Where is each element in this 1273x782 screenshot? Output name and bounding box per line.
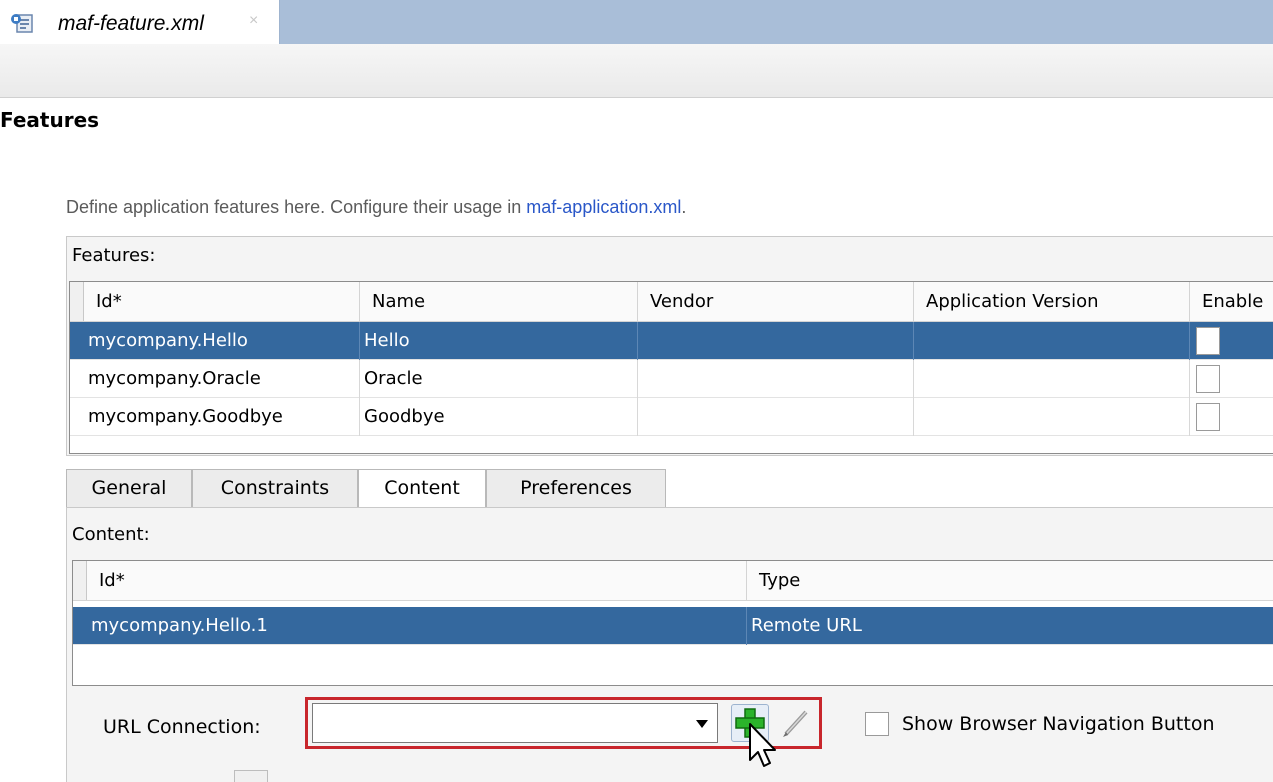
content-type-cell[interactable]: Remote URL <box>747 607 1273 645</box>
features-label: Features: <box>72 245 156 266</box>
content-table: Id* Type mycompany.Hello.1 Remote URL <box>72 560 1273 686</box>
content-table-header: Id* Type <box>73 561 1273 601</box>
col-header-enable[interactable]: Enable <box>1190 282 1273 322</box>
editor-tab-strip: maf-feature.xml × <box>0 0 1273 44</box>
table-row[interactable]: mycompany.Oracle Oracle <box>70 360 1273 398</box>
mouse-pointer-icon <box>749 723 776 767</box>
header-row-marker <box>70 282 84 321</box>
feature-id-cell[interactable]: mycompany.Hello <box>84 322 360 360</box>
url-connection-combo[interactable] <box>312 703 718 743</box>
table-row[interactable]: mycompany.Hello Hello <box>70 322 1273 360</box>
content-label: Content: <box>72 524 150 545</box>
editor-toolbar <box>0 44 1273 98</box>
tab-general[interactable]: General <box>66 469 192 507</box>
description-text: Define application features here. Config… <box>66 197 527 217</box>
page-description: Define application features here. Config… <box>66 197 686 218</box>
feature-enable-checkbox[interactable] <box>1196 327 1220 355</box>
feature-vendor-cell[interactable] <box>638 398 914 436</box>
content-id-cell[interactable]: mycompany.Hello.1 <box>87 607 747 645</box>
url-connection-label: URL Connection: <box>103 716 261 738</box>
show-browser-navigation-checkbox[interactable] <box>865 712 889 736</box>
feature-version-cell[interactable] <box>914 360 1190 398</box>
col-header-vendor[interactable]: Vendor <box>638 282 914 322</box>
col-header-app-version[interactable]: Application Version <box>914 282 1190 322</box>
features-panel: Features: Id* Name Vendor Application Ve… <box>66 236 1273 456</box>
close-icon[interactable]: × <box>249 12 258 30</box>
col-header-content-type[interactable]: Type <box>747 561 1273 601</box>
chevron-down-icon[interactable] <box>695 712 709 734</box>
feature-vendor-cell[interactable] <box>638 360 914 398</box>
feature-enable-checkbox[interactable] <box>1196 365 1220 393</box>
description-suffix: . <box>681 197 687 217</box>
feature-enable-checkbox[interactable] <box>1196 403 1220 431</box>
col-header-content-id[interactable]: Id* <box>87 561 747 601</box>
feature-name-cell[interactable]: Oracle <box>360 360 638 398</box>
features-table: Id* Name Vendor Application Version Enab… <box>69 281 1273 454</box>
feature-name-cell[interactable]: Goodbye <box>360 398 638 436</box>
show-browser-navigation-label[interactable]: Show Browser Navigation Button <box>902 713 1215 735</box>
tab-constraints[interactable]: Constraints <box>192 469 358 507</box>
feature-id-cell[interactable]: mycompany.Oracle <box>84 360 360 398</box>
partial-control <box>234 770 268 782</box>
feature-version-cell[interactable] <box>914 322 1190 360</box>
features-table-header: Id* Name Vendor Application Version Enab… <box>70 282 1273 322</box>
feature-vendor-cell[interactable] <box>638 322 914 360</box>
col-header-name[interactable]: Name <box>360 282 638 322</box>
maf-application-link[interactable]: maf-application.xml <box>526 197 681 217</box>
feature-name-cell[interactable]: Hello <box>360 322 638 360</box>
feature-version-cell[interactable] <box>914 398 1190 436</box>
editor-tab-label: maf-feature.xml <box>58 12 204 35</box>
tab-content[interactable]: Content <box>358 469 486 508</box>
table-row[interactable]: mycompany.Goodbye Goodbye <box>70 398 1273 436</box>
col-header-id[interactable]: Id* <box>84 282 360 322</box>
header-row-marker <box>73 561 87 600</box>
xml-file-icon <box>11 14 33 33</box>
tab-preferences[interactable]: Preferences <box>486 469 666 507</box>
feature-id-cell[interactable]: mycompany.Goodbye <box>84 398 360 436</box>
page-title: Features <box>0 108 100 132</box>
editor-tab-maf-feature[interactable]: maf-feature.xml × <box>0 0 280 44</box>
table-row[interactable]: mycompany.Hello.1 Remote URL <box>73 607 1273 645</box>
